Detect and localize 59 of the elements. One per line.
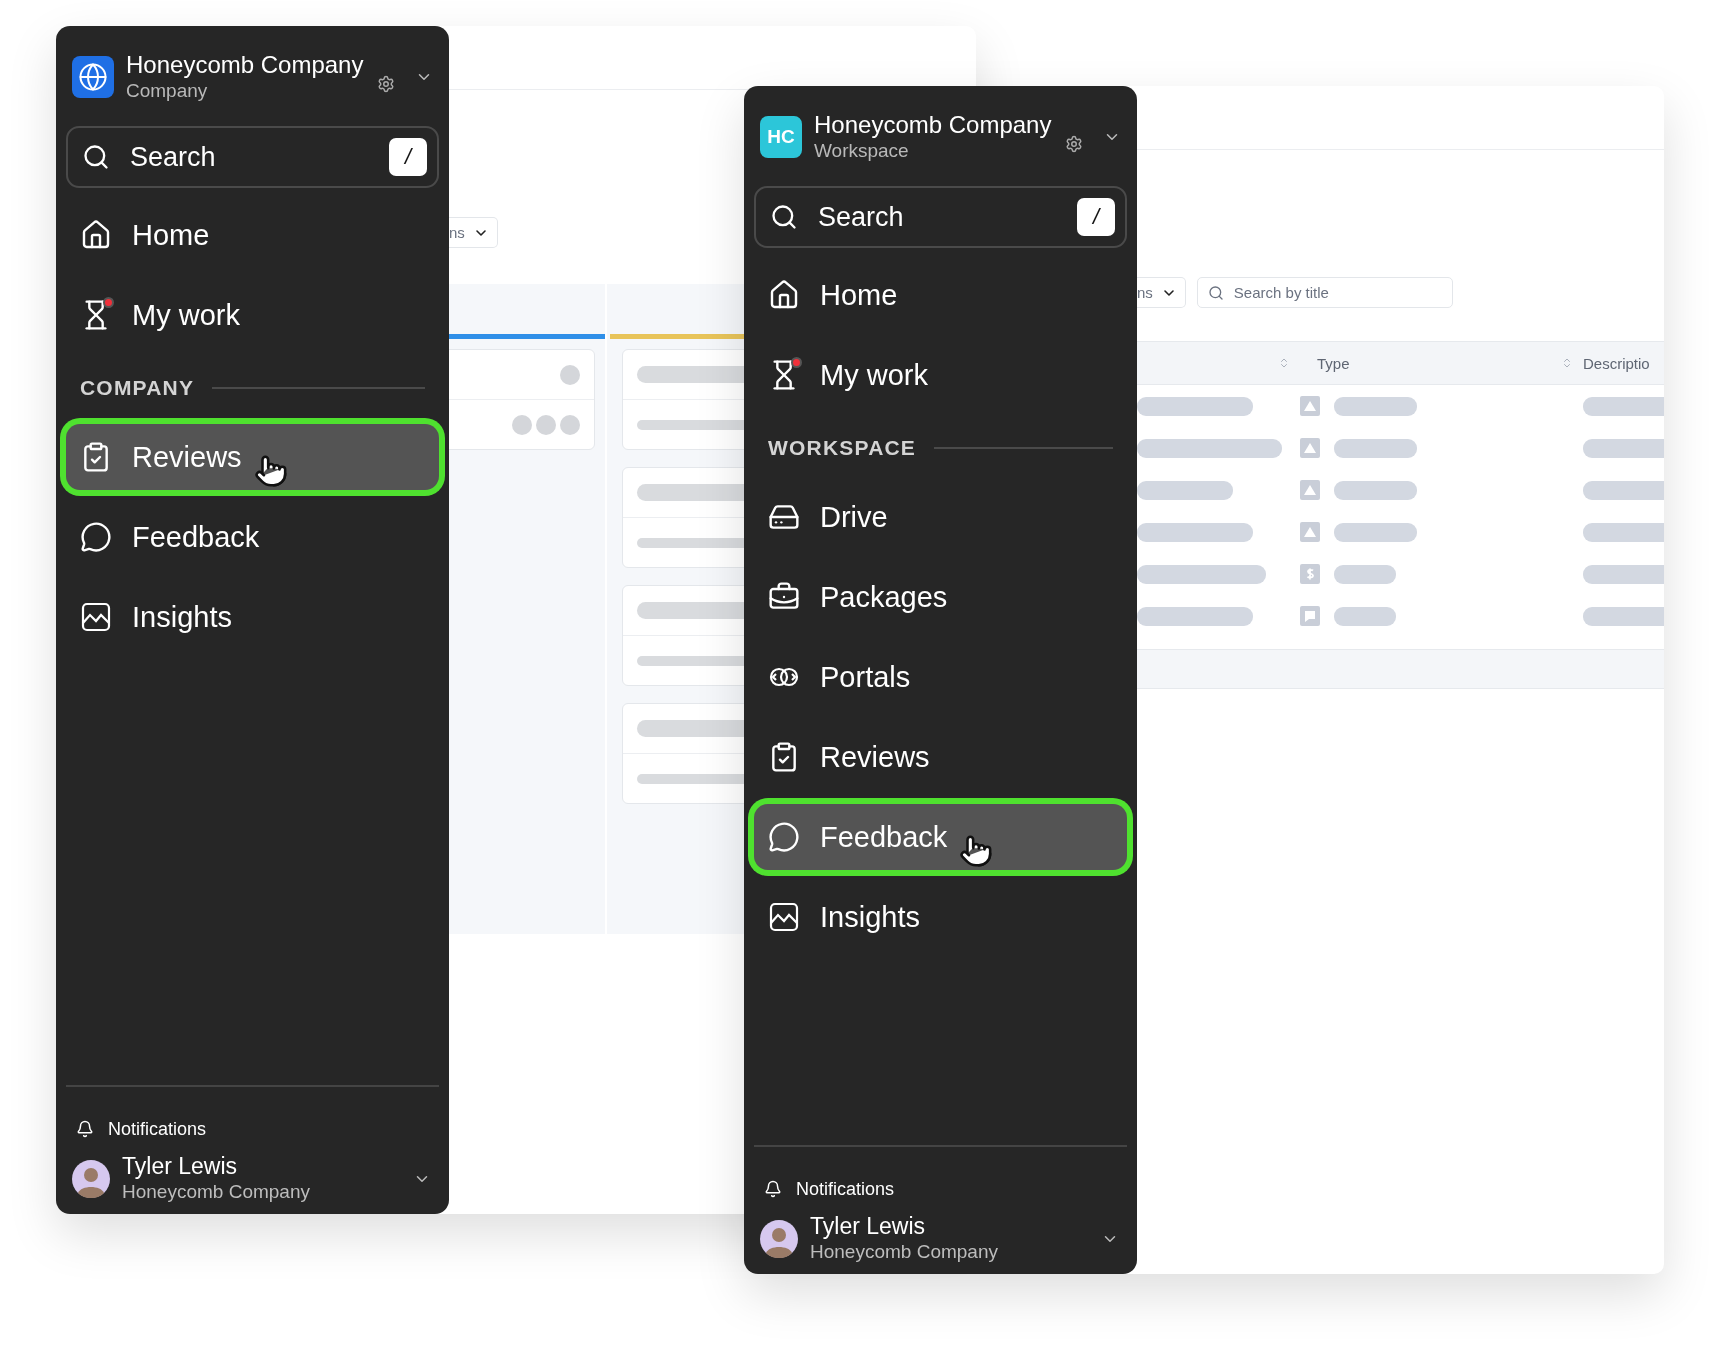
hand-pointer-icon (253, 454, 288, 488)
settings-icon[interactable] (377, 75, 395, 93)
placeholder-dot (560, 414, 580, 435)
avatar[interactable] (72, 1159, 110, 1198)
placeholder-dot (560, 364, 580, 385)
skeleton-bar (1334, 564, 1396, 584)
nav-item[interactable]: Feedback (66, 504, 439, 570)
workspace-type: Company (126, 79, 209, 103)
user-name: Tyler Lewis (810, 1213, 927, 1240)
bell-icon (764, 1180, 782, 1198)
user-organization: Honeycomb Company (122, 1180, 311, 1204)
dollar-icon (1300, 564, 1320, 584)
column-header: Type (1317, 354, 1351, 372)
settings-icon[interactable] (1065, 135, 1083, 153)
nav-item[interactable]: Insights (754, 884, 1127, 950)
home-icon (80, 219, 112, 251)
globe-logo (72, 56, 114, 98)
comment-icon (1300, 606, 1320, 626)
avatar[interactable] (760, 1219, 798, 1258)
section-heading: COMPANY (80, 376, 195, 400)
nav-item[interactable]: Packages (754, 564, 1127, 630)
user-name: Tyler Lewis (122, 1153, 239, 1180)
nav-item[interactable]: Home (754, 262, 1127, 328)
shortcut-key: / (389, 138, 427, 176)
column-header: Descriptio (1583, 354, 1651, 372)
filter-dropdown[interactable]: ns (1137, 277, 1186, 308)
skeleton-bar (1334, 606, 1396, 626)
search-icon (1207, 284, 1224, 301)
nav-item[interactable]: My work (66, 282, 439, 348)
chart-icon (80, 601, 112, 633)
notifications-link[interactable]: Notifications (796, 1178, 895, 1200)
user-organization: Honeycomb Company (810, 1240, 999, 1264)
nav-item[interactable]: Portals (754, 644, 1127, 710)
workspace-type: Workspace (814, 139, 910, 163)
nav-item[interactable]: Insights (66, 584, 439, 650)
search-icon (82, 143, 110, 171)
filter-dropdown[interactable]: ns (449, 217, 498, 248)
workspace-logo: HC (760, 116, 802, 158)
section-heading: WORKSPACE (768, 436, 917, 460)
home-icon (768, 279, 800, 311)
shortcut-key: / (1077, 198, 1115, 236)
nav-item[interactable]: Drive (754, 484, 1127, 550)
placeholder-dot (512, 414, 532, 435)
speech-bubble-icon (80, 521, 112, 553)
nav-item[interactable]: My work (754, 342, 1127, 408)
search-field[interactable]: Search / (754, 186, 1127, 248)
search-icon (770, 203, 798, 231)
search-field[interactable]: Search / (66, 126, 439, 188)
search-field[interactable]: Search by title (1196, 277, 1453, 308)
placeholder-dot (536, 414, 556, 435)
nav-item[interactable]: Reviews (754, 724, 1127, 790)
notifications-link[interactable]: Notifications (108, 1118, 207, 1140)
workspace-name: Honeycomb Company (126, 51, 365, 79)
speech-bubble-icon (768, 821, 800, 853)
hand-pointer-icon (959, 834, 994, 868)
workspace-name: Honeycomb Company (814, 111, 1053, 139)
bell-icon (76, 1120, 94, 1138)
nav-item[interactable]: Home (66, 202, 439, 268)
chart-icon (768, 901, 800, 933)
